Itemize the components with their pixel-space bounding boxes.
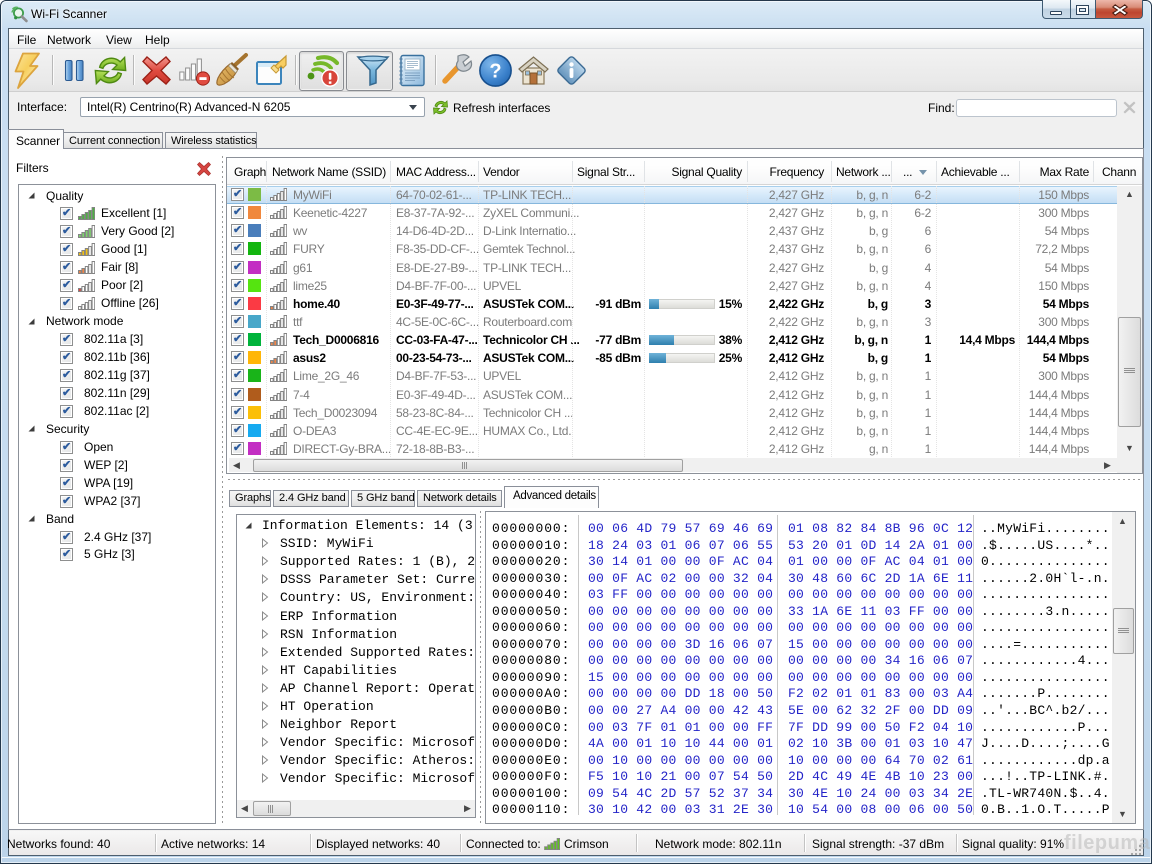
svg-text:?: ?: [489, 61, 501, 83]
